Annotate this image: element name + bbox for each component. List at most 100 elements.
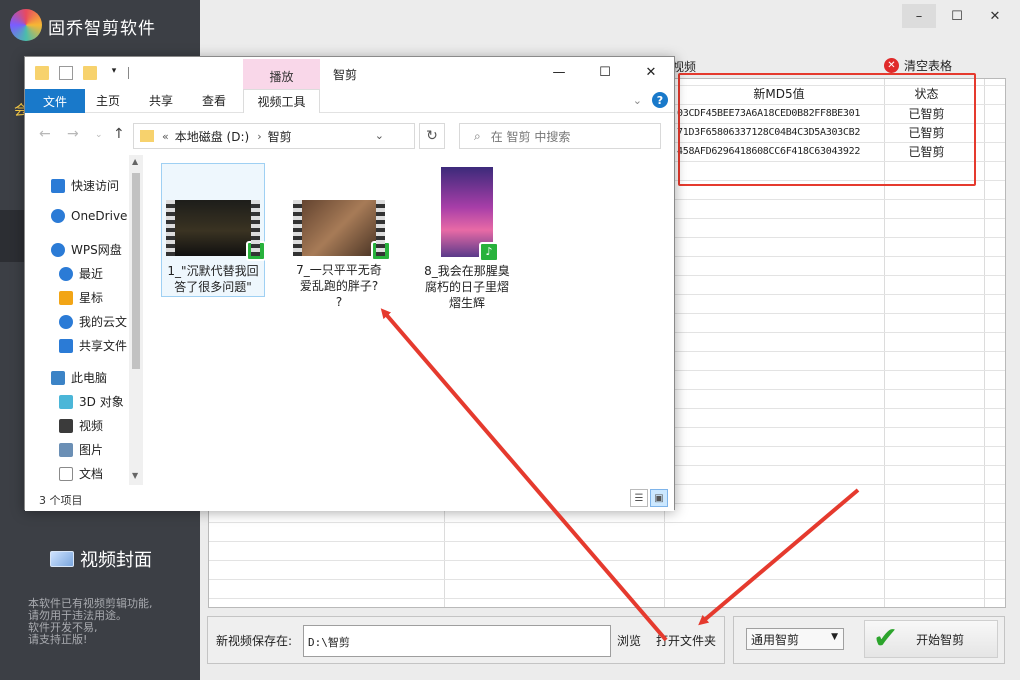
open-folder-button[interactable]: 打开文件夹 bbox=[656, 632, 716, 649]
file-name-line: 熠生辉 bbox=[448, 296, 485, 310]
file-item[interactable]: ♪ 7_一只平平无奇 爱乱跑的胖子? ? bbox=[287, 163, 391, 313]
tab-view[interactable]: 查看 bbox=[202, 92, 226, 109]
status-bar: 3 个项目 ☰ ▣ bbox=[25, 487, 674, 511]
nav-item-this-pc[interactable]: 此电脑 bbox=[51, 369, 107, 386]
clear-icon: ✕ bbox=[884, 58, 899, 73]
nav-item-onedrive[interactable]: OneDrive bbox=[51, 209, 127, 223]
nav-item-label: 最近 bbox=[79, 267, 104, 281]
clear-table-button[interactable]: ✕ 清空表格 bbox=[884, 57, 952, 74]
nav-item-pictures[interactable]: 图片 bbox=[59, 441, 103, 458]
nav-item-shared[interactable]: 共享文件 bbox=[59, 337, 127, 354]
file-list: ♪ 1_"沉默代替我回 答了很多问题" ♪ 7_一只平平无奇 爱乱跑的胖子? ?… bbox=[149, 155, 673, 487]
expand-ribbon-icon[interactable]: ⌄ bbox=[633, 94, 642, 107]
search-icon: ⌕ bbox=[474, 128, 481, 143]
mode-select[interactable]: 通用智剪 ▼ bbox=[746, 628, 844, 650]
highlight-box bbox=[678, 73, 976, 186]
refresh-icon[interactable]: ↻ bbox=[419, 123, 445, 149]
nav-item-label: 我的云文 bbox=[79, 315, 128, 329]
cloud-icon bbox=[59, 314, 73, 329]
browse-button[interactable]: 浏览 bbox=[617, 632, 641, 649]
breadcrumb-folder[interactable]: 智剪 bbox=[268, 128, 292, 145]
recent-dropdown-icon[interactable]: ⌄ bbox=[95, 130, 103, 140]
film-icon bbox=[59, 418, 73, 433]
tab-file[interactable]: 文件 bbox=[25, 89, 85, 113]
file-name: 8_我会在那腥臭 腐朽的日子里熠 熠生辉 bbox=[415, 263, 519, 311]
new-folder-icon[interactable] bbox=[83, 66, 97, 80]
mode-select-value: 通用智剪 bbox=[751, 633, 800, 647]
clear-table-label: 清空表格 bbox=[904, 59, 953, 73]
file-name-line: 1_"沉默代替我回 bbox=[167, 264, 259, 278]
video-thumbnail: ♪ bbox=[293, 200, 391, 261]
nav-scrollbar[interactable]: ▲ ▼ bbox=[129, 155, 143, 485]
file-name-line: 答了很多问题" bbox=[174, 280, 252, 294]
explorer-maximize-button[interactable]: ☐ bbox=[582, 57, 628, 87]
cloud-icon bbox=[51, 242, 65, 257]
video-thumbnail: ♪ bbox=[441, 167, 499, 262]
start-button[interactable]: ✔ 开始智剪 bbox=[864, 620, 998, 658]
help-icon[interactable]: ? bbox=[652, 92, 668, 108]
nav-item-label: 视频 bbox=[79, 419, 104, 433]
nav-item-starred[interactable]: 星标 bbox=[59, 289, 103, 306]
nav-item-label: WPS网盘 bbox=[71, 243, 122, 257]
file-item[interactable]: ♪ 1_"沉默代替我回 答了很多问题" bbox=[161, 163, 266, 297]
file-name: 1_"沉默代替我回 答了很多问题" bbox=[162, 263, 264, 295]
scroll-down-icon[interactable]: ▼ bbox=[132, 471, 138, 480]
cube-icon bbox=[59, 394, 73, 409]
file-name-line: 8_我会在那腥臭 bbox=[424, 264, 510, 278]
large-icons-view-icon[interactable]: ▣ bbox=[650, 489, 668, 507]
close-button[interactable]: ✕ bbox=[978, 4, 1012, 28]
minimize-button[interactable]: – bbox=[902, 4, 936, 28]
properties-icon[interactable] bbox=[59, 66, 73, 80]
file-name-line: 爱乱跑的胖子? bbox=[299, 279, 379, 293]
forward-arrow-icon[interactable]: → bbox=[67, 126, 79, 142]
clock-icon bbox=[59, 266, 73, 281]
nav-item-label: 共享文件 bbox=[79, 339, 128, 353]
app-logo bbox=[10, 9, 42, 41]
nav-item-3d-objects[interactable]: 3D 对象 bbox=[59, 393, 124, 410]
file-item[interactable]: ♪ 8_我会在那腥臭 腐朽的日子里熠 熠生辉 bbox=[415, 163, 519, 313]
ribbon-context-tab[interactable]: 播放 bbox=[243, 59, 320, 89]
cloud-icon bbox=[51, 209, 65, 223]
explorer-title: 智剪 bbox=[333, 68, 358, 82]
divider bbox=[128, 67, 129, 79]
address-bar[interactable]: « 本地磁盘 (D:) › 智剪 ⌄ bbox=[133, 123, 415, 149]
details-view-icon[interactable]: ☰ bbox=[630, 489, 648, 507]
nav-item-quick-access[interactable]: 快速访问 bbox=[51, 177, 119, 194]
explorer-minimize-button[interactable]: — bbox=[536, 57, 582, 87]
customize-toolbar-icon[interactable]: ▾ bbox=[107, 66, 121, 80]
document-icon bbox=[59, 466, 73, 481]
save-path-label: 新视频保存在: bbox=[216, 634, 293, 648]
explorer-ribbon: 文件 主页 共享 查看 视频工具 ⌄ ? bbox=[25, 89, 674, 113]
maximize-button[interactable]: ☐ bbox=[940, 4, 974, 28]
image-icon bbox=[50, 551, 74, 567]
tab-home[interactable]: 主页 bbox=[96, 92, 120, 109]
computer-icon bbox=[51, 370, 65, 385]
star-icon bbox=[59, 290, 73, 305]
picture-icon bbox=[59, 442, 73, 457]
sidebar-item-video-cover[interactable]: 视频封面 bbox=[50, 546, 152, 572]
notice-line: 请支持正版! bbox=[28, 633, 88, 646]
tab-share[interactable]: 共享 bbox=[149, 92, 173, 109]
breadcrumb-root[interactable]: 本地磁盘 (D:) bbox=[175, 128, 249, 145]
start-button-label: 开始智剪 bbox=[916, 632, 965, 647]
tab-video-tools[interactable]: 视频工具 bbox=[243, 89, 320, 113]
chevron-down-icon[interactable]: ⌄ bbox=[375, 129, 384, 142]
nav-item-recent[interactable]: 最近 bbox=[59, 265, 103, 282]
scrollbar-thumb[interactable] bbox=[132, 173, 140, 369]
explorer-close-button[interactable]: ✕ bbox=[628, 57, 674, 87]
up-arrow-icon[interactable]: ↑ bbox=[113, 126, 125, 142]
nav-item-label: OneDrive bbox=[71, 209, 128, 223]
navigation-pane: 快速访问 OneDrive WPS网盘 最近 星标 我的云文 共享文件 此电脑 … bbox=[25, 155, 145, 487]
nav-item-wps[interactable]: WPS网盘 bbox=[51, 241, 122, 258]
back-arrow-icon[interactable]: ← bbox=[39, 126, 51, 142]
save-path-input[interactable]: D:\智剪 bbox=[303, 625, 611, 657]
nav-item-videos[interactable]: 视频 bbox=[59, 417, 103, 434]
explorer-titlebar: ▾ 播放 智剪 — ☐ ✕ bbox=[25, 57, 674, 89]
search-input[interactable]: ⌕ 在 智剪 中搜索 bbox=[459, 123, 661, 149]
nav-item-documents[interactable]: 文档 bbox=[59, 465, 103, 482]
folder-icon bbox=[35, 66, 49, 80]
nav-item-my-cloud[interactable]: 我的云文 bbox=[59, 313, 127, 330]
scroll-up-icon[interactable]: ▲ bbox=[132, 157, 138, 166]
nav-item-label: 文档 bbox=[79, 467, 104, 481]
nav-item-label: 图片 bbox=[79, 443, 104, 457]
